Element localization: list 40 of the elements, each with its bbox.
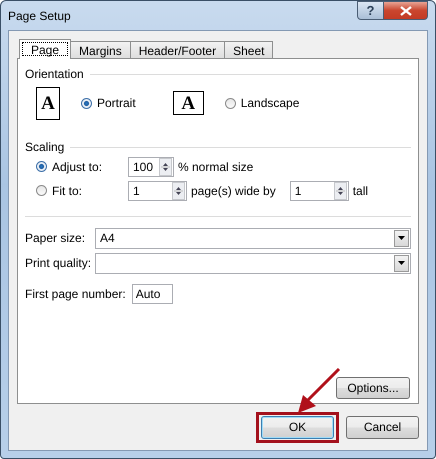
field-label: Print quality: xyxy=(25,256,92,270)
dropdown-arrow-icon xyxy=(398,236,405,240)
tab[interactable]: Margins xyxy=(70,41,131,59)
help-button[interactable]: ? xyxy=(357,1,384,20)
close-icon xyxy=(400,6,412,16)
unit-label: page(s) wide by xyxy=(191,184,276,198)
page-icon: A xyxy=(172,91,204,115)
unit-label: % normal size xyxy=(178,160,254,174)
radio-label[interactable]: Fit to: xyxy=(52,184,82,198)
radio-button[interactable] xyxy=(36,185,47,196)
radio-label[interactable]: Portrait xyxy=(97,96,136,110)
window-title: Page Setup xyxy=(8,9,71,23)
close-button[interactable] xyxy=(384,1,428,20)
options-button[interactable]: Options... xyxy=(336,377,410,399)
tab[interactable]: Page xyxy=(19,39,72,59)
field-label: First page number: xyxy=(25,287,126,301)
paper-size-dropdown[interactable]: A4 xyxy=(95,228,411,248)
dialog-button[interactable]: OK xyxy=(261,416,334,438)
spinner-arrows-icon[interactable] xyxy=(159,158,172,176)
first-page-number-field[interactable]: Auto xyxy=(132,284,173,304)
radio-label[interactable]: Landscape xyxy=(240,96,300,110)
dropdown-arrow-icon xyxy=(398,261,405,265)
pointer-arrow xyxy=(297,368,341,414)
group-label: Scaling xyxy=(25,140,64,154)
spin-field[interactable]: 100 xyxy=(128,156,174,176)
spin-field[interactable]: 1 xyxy=(128,180,187,200)
group-label: Orientation xyxy=(25,67,84,81)
spinner-arrows-icon[interactable] xyxy=(334,182,347,200)
radio-button[interactable] xyxy=(224,98,236,108)
radio-label[interactable]: Adjust to: xyxy=(52,160,102,174)
dialog-button[interactable]: Cancel xyxy=(346,416,419,438)
field-label: Paper size: xyxy=(25,231,86,245)
tab[interactable]: Header/Footer xyxy=(130,41,226,59)
spinner-arrows-icon[interactable] xyxy=(172,182,185,200)
radio-button[interactable] xyxy=(81,98,92,108)
page-icon: A xyxy=(36,86,60,120)
radio-button[interactable] xyxy=(36,161,47,172)
unit-label: tall xyxy=(352,184,368,198)
tab[interactable]: Sheet xyxy=(224,41,274,59)
spin-field[interactable]: 1 xyxy=(290,180,349,200)
